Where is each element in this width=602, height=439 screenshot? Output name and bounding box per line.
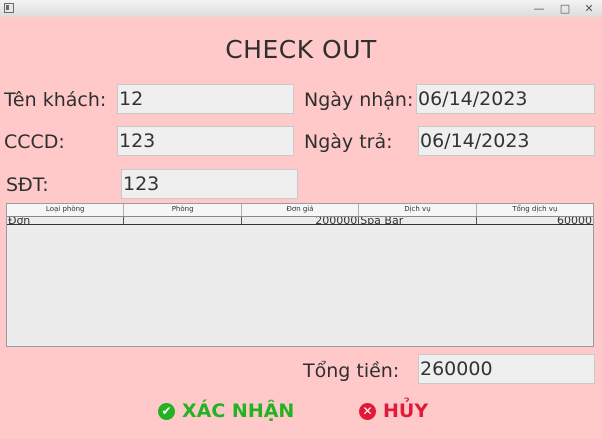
table-cell: 200000 — [242, 217, 360, 224]
minimize-button[interactable]: — — [526, 0, 552, 17]
table-header: Loại phòng Phòng Đơn giá Dịch vụ Tổng dị… — [7, 204, 593, 217]
column-header[interactable]: Phòng — [124, 204, 242, 216]
app-icon — [4, 3, 14, 13]
checkout-date-field[interactable] — [418, 126, 595, 156]
table-row[interactable]: Đơn 200000 Spa Bar 60000 — [7, 217, 593, 225]
checkin-date-field[interactable] — [416, 84, 595, 114]
cancel-button-label: HỦY — [383, 400, 429, 422]
cccd-field[interactable] — [117, 126, 294, 156]
x-circle-icon: ✕ — [359, 402, 376, 420]
table-cell: Đơn — [7, 217, 125, 224]
checkout-date-label: Ngày trả: — [304, 131, 393, 153]
maximize-button[interactable]: □ — [552, 0, 578, 17]
total-field[interactable] — [418, 354, 595, 384]
phone-label: SĐT: — [6, 174, 49, 196]
column-header[interactable]: Tổng dịch vụ — [477, 204, 593, 216]
table-cell — [124, 217, 242, 224]
checkin-date-label: Ngày nhận: — [304, 89, 414, 111]
total-label: Tổng tiền: — [303, 360, 400, 382]
column-header[interactable]: Đơn giá — [242, 204, 360, 216]
check-circle-icon: ✔ — [158, 402, 175, 420]
column-header[interactable]: Loại phòng — [7, 204, 125, 216]
guest-name-field[interactable] — [117, 84, 294, 114]
close-window-button[interactable]: ✕ — [576, 0, 602, 17]
table-cell: 60000 — [557, 217, 593, 224]
column-header[interactable]: Dịch vụ — [359, 204, 477, 216]
cancel-button[interactable]: ✕ HỦY — [359, 400, 428, 422]
phone-field[interactable] — [121, 169, 298, 199]
services-table[interactable]: Loại phòng Phòng Đơn giá Dịch vụ Tổng dị… — [6, 203, 594, 347]
checkout-panel: CHECK OUT Tên khách: CCCD: SĐT: Ngày nhậ… — [0, 17, 602, 439]
window-titlebar: — □ ✕ — [0, 0, 602, 18]
confirm-button[interactable]: ✔ XÁC NHẬN — [158, 400, 294, 422]
cccd-label: CCCD: — [4, 131, 65, 153]
confirm-button-label: XÁC NHẬN — [182, 400, 295, 422]
table-cell: Spa Bar — [359, 217, 477, 224]
page-title: CHECK OUT — [225, 35, 377, 64]
guest-name-label: Tên khách: — [4, 89, 107, 111]
